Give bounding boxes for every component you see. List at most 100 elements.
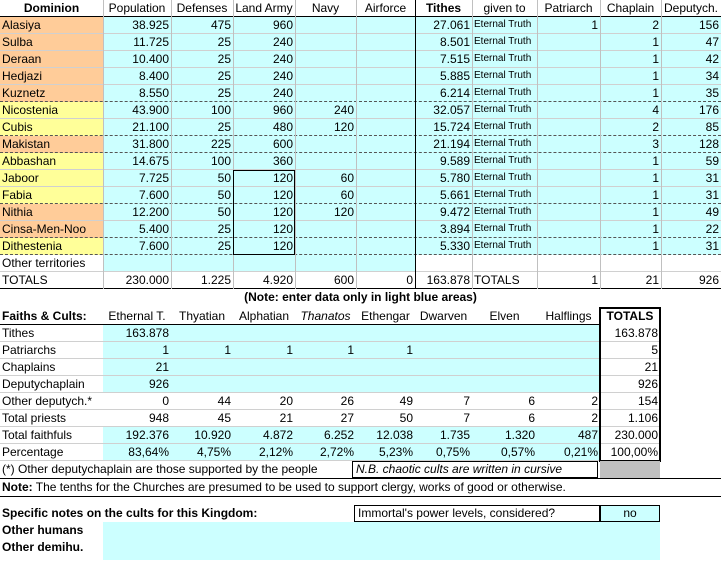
cell-chap[interactable]: 4 (600, 102, 661, 119)
faith-value[interactable] (295, 359, 356, 376)
faith-value[interactable] (415, 376, 472, 393)
cell-pop[interactable]: 8.550 (103, 85, 171, 102)
cell-tithes[interactable]: 32.057 (415, 102, 472, 119)
faith-value[interactable] (537, 376, 600, 393)
faith-value[interactable]: 83,64% (103, 444, 171, 461)
cell-chap[interactable]: 1 (600, 238, 661, 255)
faith-value[interactable]: 4,75% (171, 444, 233, 461)
cell-pop[interactable] (103, 255, 171, 272)
cell-dep[interactable]: 47 (661, 34, 721, 51)
faith-value[interactable] (537, 342, 600, 359)
cell-army[interactable]: 960 (233, 17, 295, 34)
faith-value[interactable]: 6 (472, 393, 537, 410)
faith-value[interactable]: 0,75% (415, 444, 472, 461)
cell-air[interactable] (356, 204, 415, 221)
cell-air[interactable] (356, 68, 415, 85)
faith-value[interactable]: 26 (295, 393, 356, 410)
cell-chap[interactable]: 3 (600, 136, 661, 153)
faith-value[interactable]: 21 (233, 410, 295, 427)
cell-navy[interactable] (295, 136, 356, 153)
faith-value[interactable]: 21 (103, 359, 171, 376)
faith-value[interactable]: 1.320 (472, 427, 537, 444)
cell-chap[interactable]: 1 (600, 34, 661, 51)
cell-navy[interactable] (295, 153, 356, 170)
cell-tithes[interactable]: 15.724 (415, 119, 472, 136)
faith-value[interactable] (537, 359, 600, 376)
faith-value[interactable]: 20 (233, 393, 295, 410)
cell-army[interactable]: 240 (233, 34, 295, 51)
cell-pop[interactable]: 31.800 (103, 136, 171, 153)
cell-pop[interactable]: 8.400 (103, 68, 171, 85)
faith-value[interactable] (472, 325, 537, 342)
cell-given[interactable]: Eternal Truth (472, 119, 537, 136)
cell-given[interactable]: Eternal Truth (472, 68, 537, 85)
faith-value[interactable]: 948 (103, 410, 171, 427)
cell-navy[interactable]: 240 (295, 102, 356, 119)
cell-dep[interactable]: 176 (661, 102, 721, 119)
faith-value[interactable] (472, 359, 537, 376)
faith-value[interactable] (537, 325, 600, 342)
cell-dep[interactable]: 42 (661, 51, 721, 68)
cell-navy[interactable]: 60 (295, 187, 356, 204)
cell-dep[interactable]: 22 (661, 221, 721, 238)
cell-def[interactable]: 25 (171, 221, 233, 238)
cell-chap[interactable]: 2 (600, 17, 661, 34)
faith-value[interactable]: 2,72% (295, 444, 356, 461)
cell-given[interactable]: Eternal Truth (472, 221, 537, 238)
cell-tithes[interactable]: 9.589 (415, 153, 472, 170)
cell-army[interactable]: 240 (233, 51, 295, 68)
cell-def[interactable]: 25 (171, 238, 233, 255)
faith-value[interactable]: 163.878 (103, 325, 171, 342)
faith-value[interactable]: 7 (415, 410, 472, 427)
cell-air[interactable] (356, 170, 415, 187)
cell-pop[interactable]: 43.900 (103, 102, 171, 119)
cell-chap[interactable]: 1 (600, 204, 661, 221)
faith-value[interactable]: 1 (171, 342, 233, 359)
cell-tithes[interactable]: 8.501 (415, 34, 472, 51)
cell-dep[interactable]: 31 (661, 187, 721, 204)
other-demihu-input[interactable] (103, 539, 660, 556)
cell-dep[interactable]: 156 (661, 17, 721, 34)
cell-navy[interactable] (295, 238, 356, 255)
faith-value[interactable]: 2 (537, 410, 600, 427)
faith-value[interactable] (233, 325, 295, 342)
faith-value[interactable] (233, 376, 295, 393)
cell-air[interactable] (356, 34, 415, 51)
cell-pat[interactable] (537, 221, 600, 238)
cell-tithes[interactable]: 9.472 (415, 204, 472, 221)
cell-given[interactable]: Eternal Truth (472, 153, 537, 170)
cell-pat[interactable] (537, 34, 600, 51)
cell-pop[interactable]: 12.200 (103, 204, 171, 221)
cell-pop[interactable]: 7.600 (103, 187, 171, 204)
cell-navy[interactable] (295, 34, 356, 51)
faith-value[interactable]: 5,23% (356, 444, 415, 461)
faith-value[interactable] (415, 359, 472, 376)
cell-army[interactable]: 240 (233, 85, 295, 102)
faith-value[interactable]: 192.376 (103, 427, 171, 444)
cell-air[interactable] (356, 238, 415, 255)
faith-value[interactable]: 49 (356, 393, 415, 410)
cell-pat[interactable] (537, 204, 600, 221)
cell-pat[interactable] (537, 102, 600, 119)
cell-chap[interactable]: 2 (600, 119, 661, 136)
faith-value[interactable] (472, 376, 537, 393)
cell-given[interactable]: Eternal Truth (472, 187, 537, 204)
cell-def[interactable]: 50 (171, 204, 233, 221)
cell-tithes[interactable]: 21.194 (415, 136, 472, 153)
cell-def[interactable] (171, 255, 233, 272)
faith-value[interactable]: 44 (171, 393, 233, 410)
faith-value[interactable] (415, 342, 472, 359)
cell-given[interactable]: Eternal Truth (472, 170, 537, 187)
faith-value[interactable]: 0,57% (472, 444, 537, 461)
cell-given[interactable]: Eternal Truth (472, 136, 537, 153)
cell-dep[interactable]: 31 (661, 170, 721, 187)
cell-pop[interactable]: 7.600 (103, 238, 171, 255)
cell-air[interactable] (356, 187, 415, 204)
cell-dep[interactable]: 85 (661, 119, 721, 136)
cell-def[interactable]: 475 (171, 17, 233, 34)
cell-pat[interactable] (537, 187, 600, 204)
faith-value[interactable] (233, 359, 295, 376)
faith-value[interactable]: 4.872 (233, 427, 295, 444)
cell-navy[interactable] (295, 255, 356, 272)
cell-pop[interactable]: 38.925 (103, 17, 171, 34)
